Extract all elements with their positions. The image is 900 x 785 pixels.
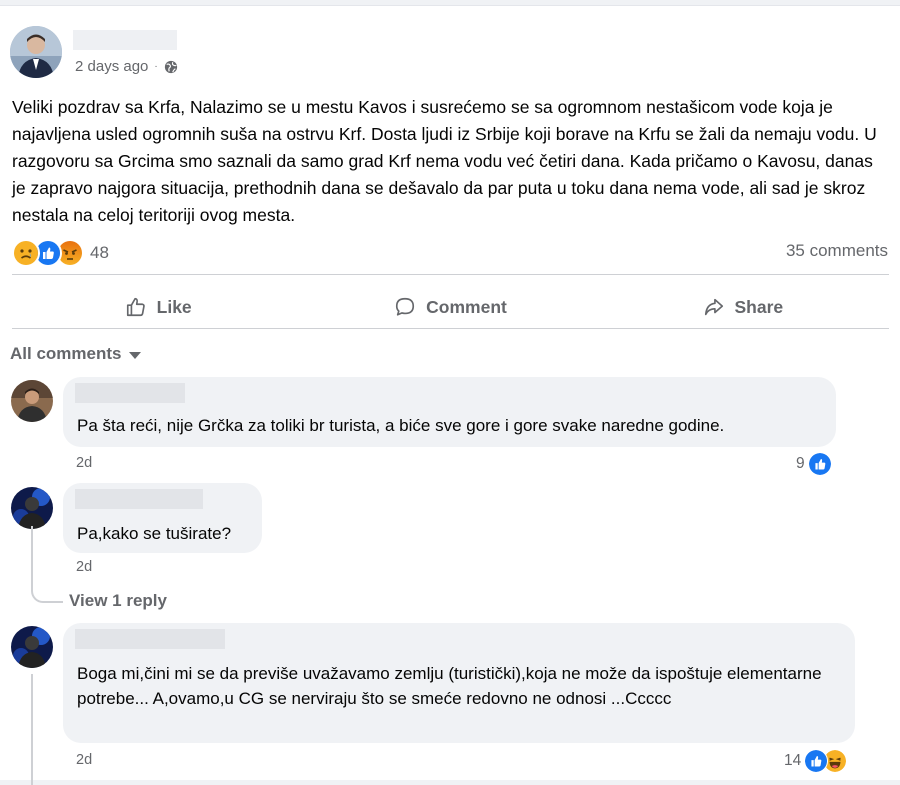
caret-down-icon (129, 351, 142, 359)
like-label: Like (156, 296, 192, 317)
comment-button[interactable]: Comment (304, 280, 596, 334)
commenter-name-redacted[interactable] (75, 383, 185, 403)
comment-reactions[interactable]: 14 (784, 749, 848, 773)
divider (12, 328, 889, 329)
author-name-redacted[interactable] (73, 30, 177, 50)
post-meta: 2 days ago · (75, 58, 178, 75)
sad-icon (12, 239, 40, 267)
reactions-summary[interactable]: 48 (12, 239, 109, 267)
comment-bubble: Pa,kako se tuširate? (63, 483, 262, 553)
like-outline-icon (126, 297, 145, 317)
comment-time[interactable]: 2d (76, 752, 92, 768)
view-replies-link[interactable]: View 1 reply (69, 591, 167, 611)
divider (12, 274, 889, 275)
comment-reaction-count: 9 (796, 455, 805, 472)
like-button[interactable]: Like (12, 280, 304, 334)
action-bar: Like Comment Share (12, 280, 889, 334)
share-label: Share (734, 296, 784, 317)
like-icon (807, 452, 832, 476)
commenter-name-redacted[interactable] (75, 489, 203, 509)
comment-time[interactable]: 2d (76, 559, 92, 575)
comments-filter-label: All comments (10, 344, 122, 363)
comment-reactions[interactable]: 9 (796, 452, 832, 476)
post-time[interactable]: 2 days ago (75, 58, 148, 75)
post-card: 2 days ago · Veliki pozdrav sa Krfa, Nal… (0, 5, 900, 785)
commenter-name-redacted[interactable] (75, 629, 225, 649)
comment-text: Pa šta reći, nije Grčka za toliki br tur… (77, 416, 725, 435)
comment-bubble: Pa šta reći, nije Grčka za toliki br tur… (63, 377, 836, 447)
author-avatar[interactable] (10, 26, 62, 78)
commenter-avatar[interactable] (11, 487, 53, 529)
comments-filter-dropdown[interactable]: All comments (10, 344, 142, 364)
comment-text: Pa,kako se tuširate? (77, 524, 232, 543)
comment-text: Boga mi,čini mi se da previše uvažavamo … (77, 664, 822, 708)
comment-reaction-count: 14 (784, 752, 802, 769)
thread-connector (31, 526, 63, 603)
comment-bubble: Boga mi,čini mi se da previše uvažavamo … (63, 623, 855, 743)
thread-connector (31, 674, 33, 785)
reaction-count: 48 (90, 243, 109, 262)
post-text: Veliki pozdrav sa Krfa, Nalazimo se u me… (12, 97, 877, 225)
commenter-avatar[interactable] (11, 380, 53, 422)
comments-count[interactable]: 35 comments (786, 241, 888, 261)
globe-icon (164, 60, 177, 73)
comment-icon (396, 297, 415, 316)
like-icon (804, 749, 829, 773)
share-button[interactable]: Share (597, 280, 889, 334)
commenter-avatar[interactable] (11, 626, 53, 668)
comment-time[interactable]: 2d (76, 455, 92, 471)
share-icon (704, 298, 723, 316)
comment-label: Comment (426, 296, 507, 317)
